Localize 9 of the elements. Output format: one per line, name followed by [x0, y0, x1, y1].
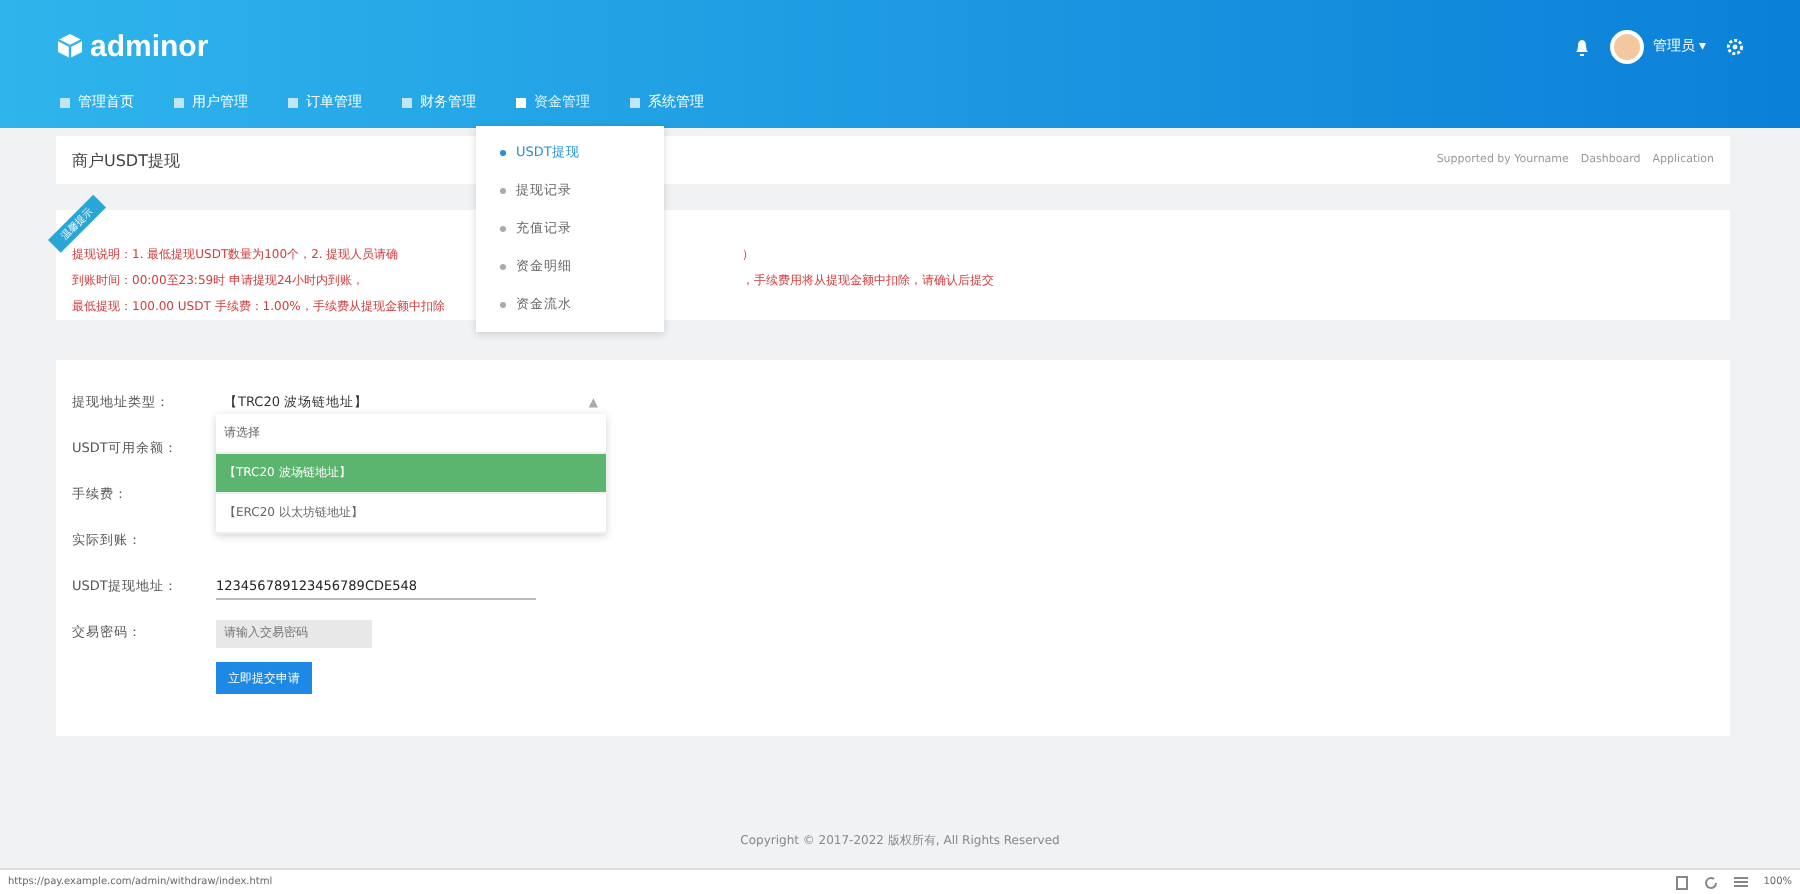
- cube-logo-icon: [56, 32, 84, 60]
- page-icon[interactable]: [1675, 875, 1688, 889]
- logo-text: adminor: [90, 29, 209, 63]
- settings-icon[interactable]: [1726, 37, 1744, 55]
- refresh-icon[interactable]: [1703, 875, 1718, 889]
- avatar-icon[interactable]: [1610, 29, 1645, 63]
- page-title: 商户USDT提现: [72, 149, 180, 171]
- bell-icon[interactable]: [1574, 37, 1591, 55]
- menu-icon[interactable]: [1733, 876, 1748, 888]
